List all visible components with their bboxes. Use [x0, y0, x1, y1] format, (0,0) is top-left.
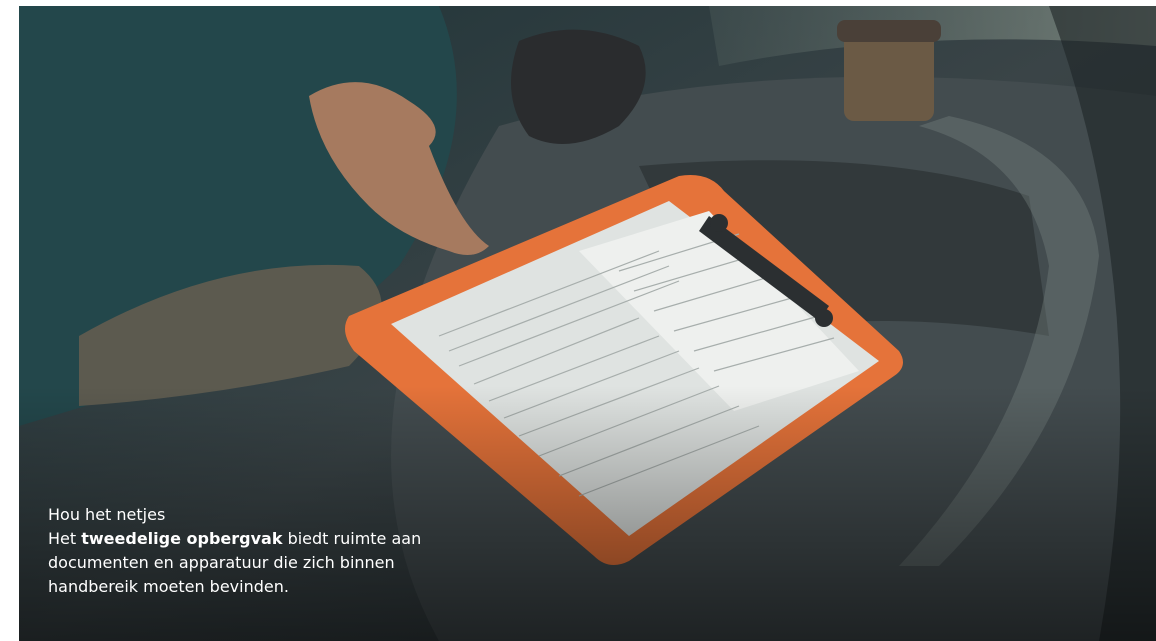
photo-caption: Hou het netjes Het tweedelige opbergvak …: [48, 503, 478, 599]
caption-text: Het tweedelige opbergvak biedt ruimte aa…: [48, 527, 478, 599]
caption-text-before: Het: [48, 529, 82, 548]
caption-text-bold: tweedelige opbergvak: [81, 529, 283, 548]
caption-title: Hou het netjes: [48, 505, 166, 524]
coffee-cup-lid: [837, 20, 941, 42]
